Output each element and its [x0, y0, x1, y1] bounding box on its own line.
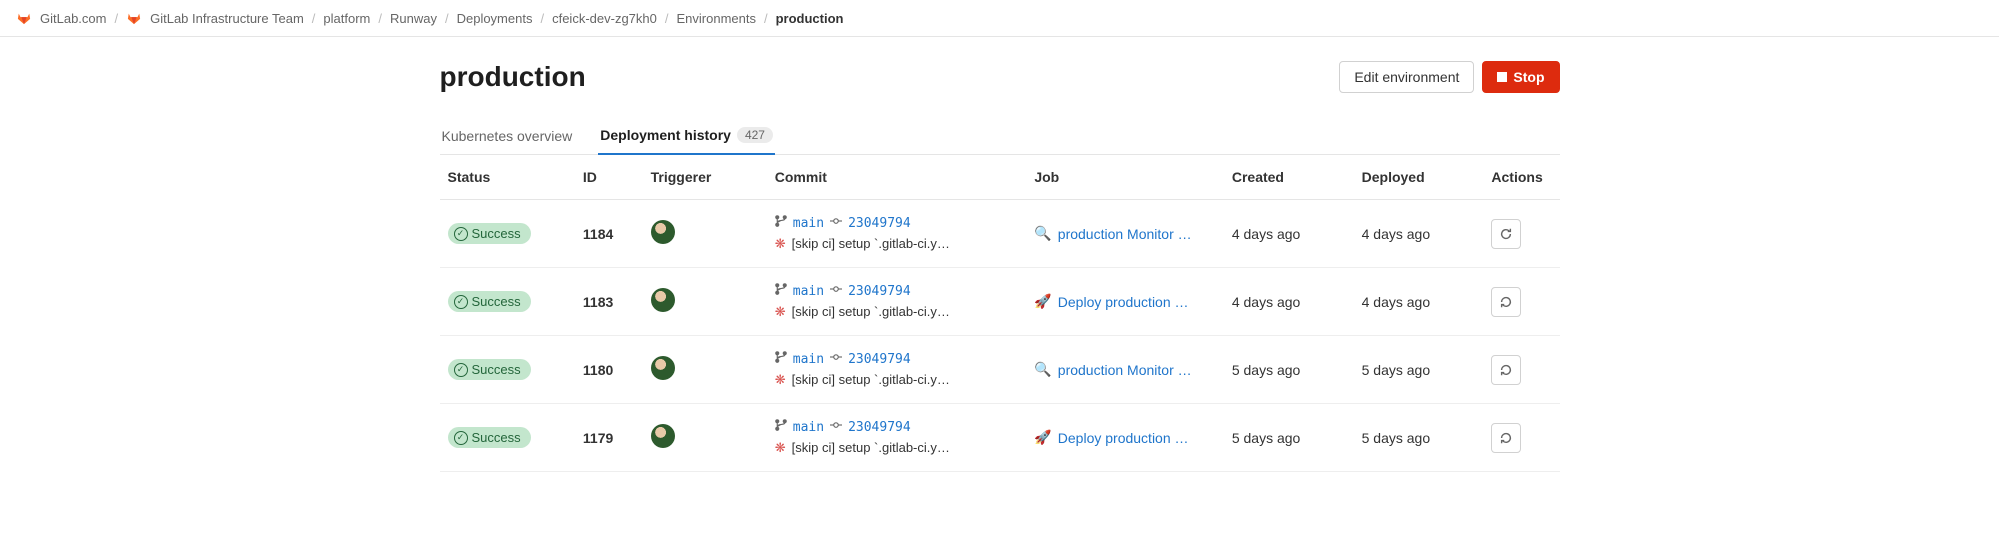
- commit-icon: [830, 214, 842, 234]
- created-timestamp: 4 days ago: [1232, 294, 1301, 310]
- tab-deployment-history[interactable]: Deployment history 427: [598, 117, 775, 155]
- commit-message: [skip ci] setup `.gitlab-ci.y…: [792, 438, 950, 458]
- col-header-actions: Actions: [1483, 155, 1559, 200]
- gitlab-icon: [16, 10, 32, 26]
- check-circle-icon: ✓: [454, 363, 468, 377]
- commit-sha-link[interactable]: 23049794: [848, 350, 911, 370]
- status-badge[interactable]: ✓ Success: [448, 223, 531, 244]
- check-circle-icon: ✓: [454, 431, 468, 445]
- refresh-button[interactable]: [1491, 219, 1521, 249]
- job-link[interactable]: production Monitor …: [1058, 362, 1192, 378]
- gitlab-icon: [126, 10, 142, 26]
- avatar[interactable]: [651, 288, 675, 312]
- commit-sha-link[interactable]: 23049794: [848, 214, 911, 234]
- commit-sha-link[interactable]: 23049794: [848, 282, 911, 302]
- col-header-commit: Commit: [767, 155, 1027, 200]
- stop-button[interactable]: Stop: [1482, 61, 1559, 93]
- breadcrumb-item[interactable]: Environments: [677, 11, 756, 26]
- deployment-id[interactable]: 1179: [583, 430, 613, 446]
- branch-icon: [775, 214, 787, 234]
- gear-icon: ❋: [775, 370, 786, 390]
- col-header-created: Created: [1224, 155, 1354, 200]
- commit-message: [skip ci] setup `.gitlab-ci.y…: [792, 302, 950, 322]
- branch-link[interactable]: main: [793, 282, 824, 302]
- magnify-icon: 🔍: [1034, 225, 1051, 242]
- deployed-timestamp: 5 days ago: [1362, 430, 1431, 446]
- status-badge[interactable]: ✓ Success: [448, 291, 531, 312]
- created-timestamp: 5 days ago: [1232, 362, 1301, 378]
- branch-icon: [775, 350, 787, 370]
- branch-icon: [775, 282, 787, 302]
- stop-icon: [1497, 72, 1507, 82]
- col-header-status: Status: [440, 155, 575, 200]
- table-row: ✓ Success 1179 main 23049794 ❋ [skip ci]…: [440, 404, 1560, 472]
- job-link[interactable]: production Monitor …: [1058, 226, 1192, 242]
- check-circle-icon: ✓: [454, 227, 468, 241]
- status-badge[interactable]: ✓ Success: [448, 359, 531, 380]
- col-header-id: ID: [575, 155, 643, 200]
- avatar[interactable]: [651, 424, 675, 448]
- branch-link[interactable]: main: [793, 350, 824, 370]
- branch-link[interactable]: main: [793, 214, 824, 234]
- col-header-deployed: Deployed: [1354, 155, 1484, 200]
- status-badge[interactable]: ✓ Success: [448, 427, 531, 448]
- rollback-button[interactable]: [1491, 287, 1521, 317]
- breadcrumb-item[interactable]: Deployments: [457, 11, 533, 26]
- gear-icon: ❋: [775, 438, 786, 458]
- commit-message: [skip ci] setup `.gitlab-ci.y…: [792, 370, 950, 390]
- commit-icon: [830, 350, 842, 370]
- deployed-timestamp: 5 days ago: [1362, 362, 1431, 378]
- deployment-id[interactable]: 1184: [583, 226, 613, 242]
- table-row: ✓ Success 1180 main 23049794 ❋ [skip ci]…: [440, 336, 1560, 404]
- rocket-icon: 🚀: [1034, 293, 1051, 310]
- rollback-button[interactable]: [1491, 355, 1521, 385]
- table-row: ✓ Success 1184 main 23049794 ❋ [skip ci]…: [440, 200, 1560, 268]
- deployed-timestamp: 4 days ago: [1362, 226, 1431, 242]
- job-link[interactable]: Deploy production (…: [1058, 430, 1193, 446]
- avatar[interactable]: [651, 356, 675, 380]
- gear-icon: ❋: [775, 302, 786, 322]
- breadcrumb-item[interactable]: Runway: [390, 11, 437, 26]
- created-timestamp: 5 days ago: [1232, 430, 1301, 446]
- magnify-icon: 🔍: [1034, 361, 1051, 378]
- breadcrumb-item[interactable]: GitLab Infrastructure Team: [150, 11, 304, 26]
- deployment-id[interactable]: 1183: [583, 294, 613, 310]
- commit-icon: [830, 282, 842, 302]
- history-count-badge: 427: [737, 127, 773, 143]
- deployment-id[interactable]: 1180: [583, 362, 613, 378]
- check-circle-icon: ✓: [454, 295, 468, 309]
- avatar[interactable]: [651, 220, 675, 244]
- branch-icon: [775, 418, 787, 438]
- tabs: Kubernetes overview Deployment history 4…: [440, 117, 1560, 155]
- commit-sha-link[interactable]: 23049794: [848, 418, 911, 438]
- commit-message: [skip ci] setup `.gitlab-ci.y…: [792, 234, 950, 254]
- breadcrumb-item[interactable]: platform: [323, 11, 370, 26]
- page-title: production: [440, 61, 586, 93]
- gear-icon: ❋: [775, 234, 786, 254]
- created-timestamp: 4 days ago: [1232, 226, 1301, 242]
- deployments-table: Status ID Triggerer Commit Job Created D…: [440, 155, 1560, 472]
- tab-kubernetes-overview[interactable]: Kubernetes overview: [440, 117, 575, 154]
- deployed-timestamp: 4 days ago: [1362, 294, 1431, 310]
- breadcrumb: GitLab.com/ GitLab Infrastructure Team/ …: [0, 0, 1999, 37]
- commit-icon: [830, 418, 842, 438]
- breadcrumb-current: production: [776, 11, 844, 26]
- edit-environment-button[interactable]: Edit environment: [1339, 61, 1474, 93]
- breadcrumb-item[interactable]: GitLab.com: [40, 11, 106, 26]
- rocket-icon: 🚀: [1034, 429, 1051, 446]
- rollback-button[interactable]: [1491, 423, 1521, 453]
- table-row: ✓ Success 1183 main 23049794 ❋ [skip ci]…: [440, 268, 1560, 336]
- job-link[interactable]: Deploy production (…: [1058, 294, 1193, 310]
- branch-link[interactable]: main: [793, 418, 824, 438]
- breadcrumb-item[interactable]: cfeick-dev-zg7kh0: [552, 11, 657, 26]
- col-header-job: Job: [1026, 155, 1224, 200]
- col-header-triggerer: Triggerer: [643, 155, 767, 200]
